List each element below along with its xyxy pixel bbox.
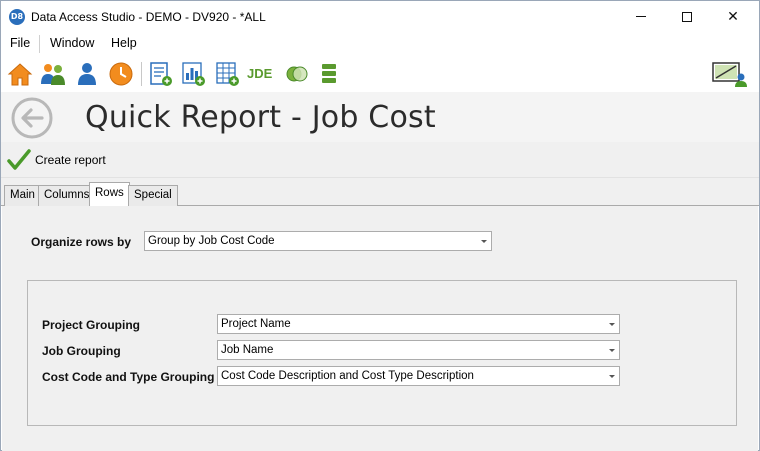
app-window: D8 Data Access Studio - DEMO - DV920 - *… — [0, 0, 760, 451]
costcode-grouping-select[interactable]: Cost Code Description and Cost Type Desc… — [217, 366, 620, 386]
minimize-button[interactable] — [618, 1, 664, 32]
new-chart-report-icon[interactable] — [180, 60, 208, 88]
list-icon[interactable] — [315, 60, 343, 88]
page-title: Quick Report - Job Cost — [85, 100, 436, 135]
users-icon[interactable] — [39, 60, 67, 88]
toolbar: JDE — [1, 56, 759, 92]
costcode-grouping-label: Cost Code and Type Grouping — [42, 370, 215, 384]
tab-main[interactable]: Main — [4, 185, 41, 206]
job-grouping-select[interactable]: Job Name — [217, 340, 620, 360]
toolbar-separator — [141, 62, 142, 86]
window-title: Data Access Studio - DEMO - DV920 - *ALL — [31, 10, 266, 24]
tab-columns[interactable]: Columns — [38, 185, 96, 206]
job-grouping-value: Job Name — [221, 344, 274, 356]
chevron-down-icon — [609, 323, 615, 326]
organize-rows-select[interactable]: Group by Job Cost Code — [144, 231, 492, 251]
create-report-label: Create report — [35, 153, 106, 167]
user-icon[interactable] — [73, 60, 101, 88]
app-logo-icon: D8 — [9, 9, 25, 25]
grouping-box: Project Grouping Project Name Job Groupi… — [27, 280, 737, 426]
chevron-down-icon — [609, 349, 615, 352]
venn-icon[interactable] — [283, 60, 311, 88]
organize-rows-label: Organize rows by — [31, 235, 132, 249]
menu-bar: File Window Help — [1, 32, 759, 56]
presentation-icon[interactable] — [710, 60, 750, 88]
page-header: Quick Report - Job Cost — [1, 92, 759, 142]
title-bar[interactable]: D8 Data Access Studio - DEMO - DV920 - *… — [1, 1, 759, 32]
new-grid-report-icon[interactable] — [214, 60, 242, 88]
close-icon: ✕ — [727, 8, 739, 25]
menu-window[interactable]: Window — [50, 36, 94, 50]
chevron-down-icon — [609, 375, 615, 378]
create-report-button[interactable]: Create report — [7, 147, 106, 173]
project-grouping-label: Project Grouping — [42, 318, 141, 332]
minimize-icon — [636, 16, 646, 17]
jde-icon[interactable]: JDE — [247, 66, 277, 84]
close-button[interactable]: ✕ — [710, 1, 756, 32]
rows-tab-panel: Organize rows by Group by Job Cost Code … — [2, 206, 758, 451]
tab-rows[interactable]: Rows — [89, 182, 130, 207]
tab-strip: Main Columns Rows Special — [1, 178, 759, 207]
clock-icon[interactable] — [107, 60, 135, 88]
project-grouping-select[interactable]: Project Name — [217, 314, 620, 334]
chevron-down-icon — [481, 240, 487, 243]
home-icon[interactable] — [6, 60, 34, 88]
menu-separator — [39, 35, 40, 53]
tab-special[interactable]: Special — [128, 185, 178, 206]
maximize-icon — [682, 11, 692, 22]
costcode-grouping-value: Cost Code Description and Cost Type Desc… — [221, 370, 474, 382]
job-grouping-label: Job Grouping — [42, 344, 121, 358]
maximize-button[interactable] — [664, 1, 710, 32]
checkmark-icon — [7, 149, 31, 170]
back-arrow-icon[interactable] — [10, 96, 54, 140]
project-grouping-value: Project Name — [221, 318, 291, 330]
organize-rows-value: Group by Job Cost Code — [148, 235, 275, 247]
action-bar: Create report — [1, 142, 759, 178]
new-document-report-icon[interactable] — [147, 60, 175, 88]
menu-help[interactable]: Help — [111, 36, 137, 50]
menu-file[interactable]: File — [10, 36, 30, 50]
